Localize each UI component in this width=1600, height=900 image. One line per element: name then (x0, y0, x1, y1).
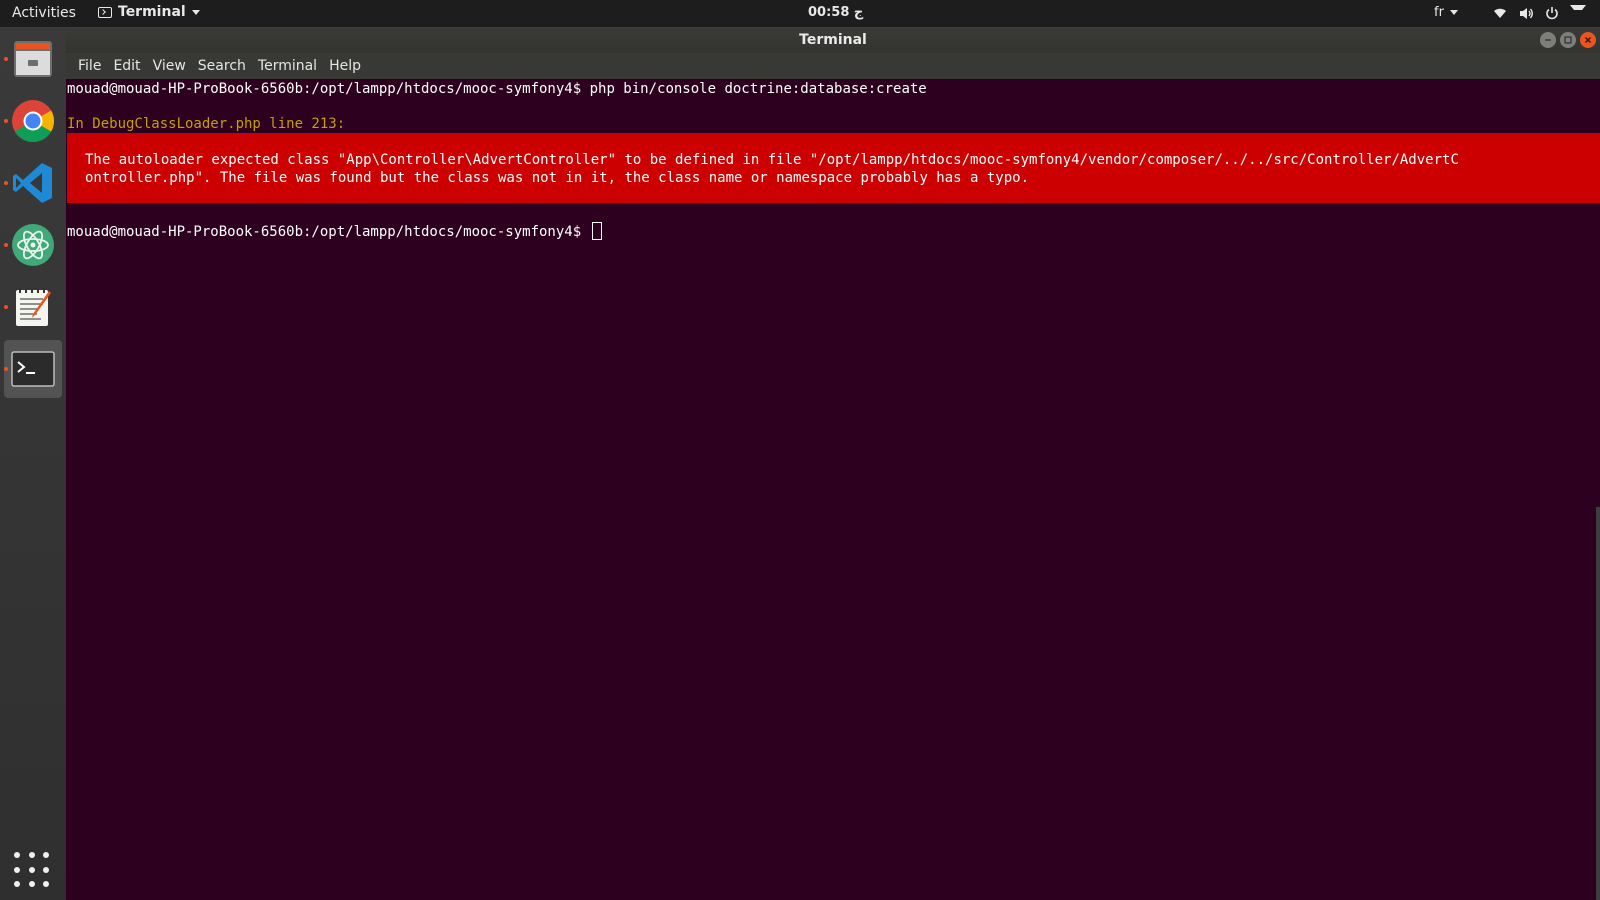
close-icon (1584, 36, 1592, 44)
menu-file[interactable]: File (72, 58, 107, 74)
chevron-down-icon (1449, 10, 1458, 15)
language-label: fr (1434, 5, 1444, 20)
volume-icon (1518, 5, 1534, 21)
close-button[interactable] (1580, 32, 1596, 48)
scrollbar[interactable] (1596, 507, 1600, 900)
activities-button[interactable]: Activities (12, 5, 76, 21)
running-indicator (4, 305, 8, 309)
clock[interactable]: 00:58 ج (808, 5, 863, 20)
prompt-text: mouad@mouad-HP-ProBook-6560b:/opt/lampp/… (67, 224, 590, 240)
terminal-icon (11, 351, 55, 387)
error-header: In DebugClassLoader.php line 213: (67, 116, 346, 132)
chrome-icon (12, 100, 55, 143)
app-menu[interactable]: Terminal (98, 4, 200, 20)
atom-icon (12, 224, 54, 266)
command-line: mouad@mouad-HP-ProBook-6560b:/opt/lampp/… (67, 81, 927, 97)
minimize-icon (1545, 39, 1551, 41)
dock-item-terminal[interactable] (4, 340, 62, 398)
minimize-button[interactable] (1540, 32, 1556, 48)
terminal-icon (98, 6, 112, 18)
window-title: Terminal (799, 32, 867, 48)
text-cursor (591, 222, 602, 240)
show-applications-button[interactable] (14, 852, 52, 890)
error-message-line: ontroller.php". The file was found but t… (85, 170, 1030, 186)
app-menu-label: Terminal (118, 4, 186, 20)
text-editor-icon (16, 288, 51, 326)
terminal-window: Terminal File Edit View Search Terminal … (66, 27, 1600, 900)
maximize-icon (1564, 36, 1572, 44)
running-indicator (4, 367, 8, 371)
language-selector[interactable]: fr (1434, 5, 1458, 20)
running-indicator (4, 57, 8, 61)
running-indicator (4, 243, 8, 247)
dock (0, 27, 66, 900)
chevron-down-icon (191, 9, 200, 15)
dock-item-atom[interactable] (4, 216, 62, 274)
dock-item-vscode[interactable] (4, 154, 62, 212)
dock-item-files[interactable] (4, 30, 62, 88)
running-indicator (4, 181, 8, 185)
files-icon (14, 41, 52, 77)
menu-edit[interactable]: Edit (107, 58, 146, 74)
power-icon (1544, 5, 1560, 21)
menu-bar: File Edit View Search Terminal Help (66, 53, 1600, 79)
menu-terminal[interactable]: Terminal (252, 58, 323, 74)
error-message-line: The autoloader expected class "App\Contr… (85, 152, 1459, 168)
vscode-icon (13, 163, 52, 203)
dock-item-chrome[interactable] (4, 92, 62, 150)
chevron-down-icon (1570, 5, 1586, 21)
maximize-button[interactable] (1560, 32, 1576, 48)
error-block: The autoloader expected class "App\Contr… (67, 133, 1600, 203)
window-controls (1540, 32, 1596, 48)
menu-search[interactable]: Search (192, 58, 252, 74)
running-indicator (4, 119, 8, 123)
terminal-output[interactable]: mouad@mouad-HP-ProBook-6560b:/opt/lampp/… (66, 79, 1600, 900)
prompt-line: mouad@mouad-HP-ProBook-6560b:/opt/lampp/… (67, 222, 602, 242)
top-bar: Activities Terminal 00:58 ج fr (0, 0, 1600, 27)
wifi-icon (1492, 5, 1508, 21)
menu-view[interactable]: View (147, 58, 192, 74)
dock-item-text-editor[interactable] (4, 278, 62, 336)
menu-help[interactable]: Help (323, 58, 367, 74)
system-menu[interactable] (1492, 5, 1586, 21)
window-titlebar[interactable]: Terminal (66, 27, 1600, 53)
